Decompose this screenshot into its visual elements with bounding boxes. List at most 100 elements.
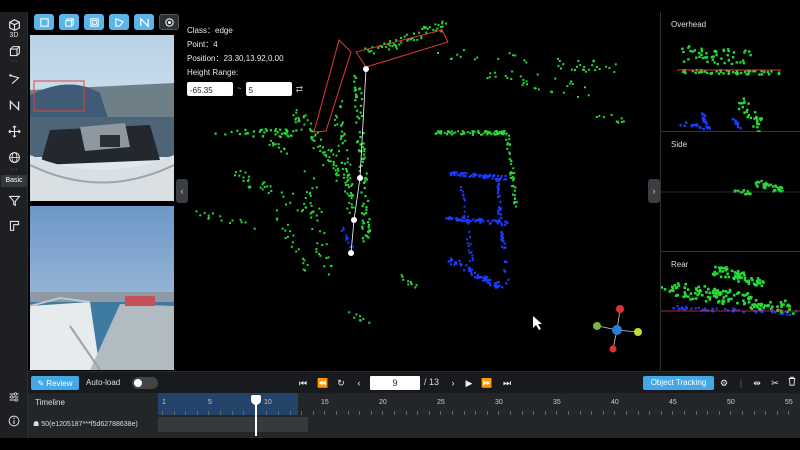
replay-icon[interactable]: ↻ (334, 375, 348, 391)
frame-input[interactable]: 9 (370, 376, 420, 390)
timeline-tick-mark (301, 411, 302, 415)
track-bar[interactable] (158, 417, 308, 432)
sphere-icon[interactable] (3, 146, 25, 168)
cloud-point (482, 279, 485, 282)
gear-icon[interactable]: ⚙ (717, 375, 731, 391)
cloud-point (762, 308, 765, 311)
cloud-point (468, 230, 471, 233)
axis-gizmo-neg-icon (609, 345, 617, 353)
cloud-point (467, 266, 471, 269)
cloud-point (778, 189, 781, 192)
trash-icon[interactable] (785, 375, 799, 391)
timeline-tick-mark (452, 411, 453, 415)
cloud-point (511, 70, 514, 73)
cloud-point (510, 78, 513, 80)
cloud-point (743, 101, 746, 104)
cloud-point (361, 219, 364, 222)
cloud-point (501, 245, 504, 248)
swap-icon[interactable]: ⇄ (296, 82, 304, 96)
cloud-point (407, 280, 410, 283)
cloud-point (595, 66, 598, 68)
prev-frame-icon[interactable]: ‹ (352, 375, 366, 391)
play-icon[interactable]: ▶ (462, 375, 476, 391)
cloud-point (743, 302, 746, 306)
last-frame-icon[interactable]: ⏭ (500, 375, 514, 391)
collapse-right-icon[interactable]: › (648, 179, 660, 203)
polyline-tab-icon[interactable] (134, 14, 154, 30)
cloud-point (605, 65, 608, 68)
cloud-point (766, 70, 770, 74)
cloud-point (571, 82, 574, 85)
cloud-point (743, 51, 746, 54)
polygon-icon[interactable] (109, 14, 129, 30)
cuboid-icon[interactable] (59, 14, 79, 30)
cloud-point (735, 122, 738, 125)
settings-sliders-icon[interactable] (3, 388, 25, 406)
cloud-point (593, 59, 595, 62)
cloud-point (362, 157, 365, 161)
cloud-point (274, 133, 277, 136)
cuboid-2d-icon[interactable] (84, 14, 104, 30)
cloud-point (398, 43, 401, 46)
cloud-point (743, 276, 747, 280)
autoload-toggle[interactable] (132, 377, 158, 389)
collapse-left-icon[interactable]: ‹ (176, 179, 188, 203)
cloud-point (425, 31, 428, 34)
fast-forward-icon[interactable]: ⏩ (480, 375, 494, 391)
scissors-icon[interactable]: ✂ (768, 375, 782, 391)
cloud-point (620, 121, 623, 123)
cloud-point (367, 223, 371, 227)
cloud-point (715, 291, 719, 295)
autoload-label: Auto-load (86, 378, 121, 387)
height-min-input[interactable]: -65.35 (187, 82, 233, 96)
filter-icon[interactable] (3, 189, 25, 211)
move-icon[interactable] (3, 120, 25, 142)
cloud-point (494, 71, 497, 74)
cloud-point (259, 186, 262, 189)
cloud-point (705, 122, 708, 126)
cloud-point (473, 271, 476, 274)
cloud-point (669, 289, 673, 292)
cloud-point (363, 186, 366, 190)
timeline-tick-mark (197, 411, 198, 415)
ruler-icon[interactable] (3, 214, 25, 236)
overhead-view[interactable]: Overhead (661, 12, 800, 133)
cloud-point (292, 114, 295, 117)
cloud-point (789, 313, 792, 316)
segment-icon[interactable] (3, 94, 25, 116)
cloud-point (506, 76, 509, 79)
cloud-point (472, 132, 475, 135)
first-frame-icon[interactable]: ⏮ (296, 375, 310, 391)
height-max-input[interactable]: 5 (245, 82, 292, 96)
mode-3d-label[interactable]: 3D (0, 32, 28, 39)
rect-icon[interactable] (34, 14, 54, 30)
camera-view-rear[interactable] (30, 206, 174, 370)
cloud-point (238, 174, 241, 177)
review-button[interactable]: ✎ Review (31, 376, 79, 390)
more-dots-icon[interactable]: ··· (0, 58, 28, 65)
cloud-point (477, 273, 480, 277)
cloud-point (195, 210, 198, 213)
cloud-point (332, 164, 335, 166)
merge-icon[interactable]: ⇹ (750, 375, 764, 391)
cloud-point (369, 229, 372, 232)
cloud-point (356, 109, 359, 112)
polyline-icon[interactable] (3, 68, 25, 90)
cloud-point (522, 78, 525, 81)
basic-label[interactable]: Basic (1, 175, 27, 187)
timeline-playhead[interactable] (251, 395, 261, 436)
rewind-icon[interactable]: ⏪ (316, 375, 330, 391)
side-view[interactable]: Side (661, 132, 800, 252)
cloud-point (508, 158, 511, 160)
cloud-point (388, 48, 391, 51)
info-icon[interactable] (3, 412, 25, 430)
camera-view-front[interactable] (30, 35, 174, 201)
cloud-point (488, 76, 491, 79)
more-dots-icon-2[interactable]: ··· (0, 166, 28, 173)
next-frame-icon[interactable]: › (446, 375, 460, 391)
rear-view[interactable]: Rear (660, 252, 800, 370)
cloud-point (459, 186, 462, 188)
cloud-point (269, 139, 272, 142)
object-tracking-button[interactable]: Object Tracking (643, 376, 714, 390)
cloud-point (346, 157, 349, 160)
